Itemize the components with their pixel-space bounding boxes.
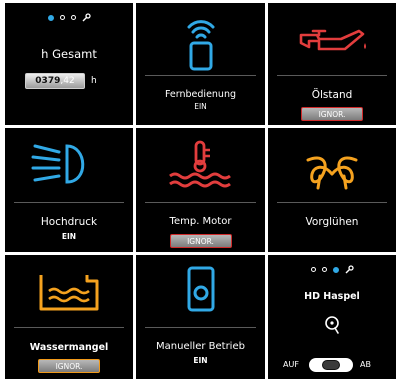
tile-wassermangel[interactable]: Wassermangel IGNOR. [5, 255, 133, 379]
tile-fernbedienung[interactable]: Fernbedienung EIN [136, 3, 265, 125]
status-grid: h Gesamt 0379,42 h Fernbedienung EIN Öls… [5, 3, 396, 379]
hose-reel-icon [325, 316, 339, 334]
page-dot-active[interactable] [332, 266, 339, 273]
divider [14, 202, 124, 203]
ignore-button[interactable]: IGNOR. [301, 107, 363, 121]
tile-vorgluehen[interactable]: Vorglühen [268, 128, 396, 252]
manual-mode-icon [187, 266, 215, 312]
page-dot-active[interactable] [47, 14, 54, 21]
divider [145, 202, 256, 203]
ignore-button[interactable]: IGNOR. [169, 234, 232, 248]
hd-haspel-label: HD Haspel [304, 291, 360, 302]
wrench-icon[interactable] [82, 13, 91, 22]
fernbedienung-label: Fernbedienung [164, 89, 237, 100]
tile-gesamt: h Gesamt 0379,42 h [5, 3, 133, 125]
toggle-knob[interactable] [322, 360, 340, 370]
remote-control-icon [187, 20, 215, 71]
tile-hochdruck[interactable]: Hochdruck EIN [5, 128, 133, 252]
manueller-betrieb-status: EIN [193, 356, 208, 365]
page-dot[interactable] [310, 267, 316, 272]
reel-up-label: AUF [283, 360, 299, 369]
hour-counter-box: 0379,42 [25, 73, 85, 89]
water-tank-icon [39, 275, 99, 311]
divider [277, 75, 387, 76]
tile-manueller-betrieb[interactable]: Manueller Betrieb EIN [136, 255, 265, 379]
coolant-temperature-icon [169, 140, 231, 188]
temp-motor-label: Temp. Motor [169, 216, 232, 227]
hour-counter-int: 0379 [35, 76, 61, 86]
fernbedienung-status: EIN [194, 102, 207, 111]
oil-can-icon [299, 29, 366, 51]
hochdruck-status: EIN [61, 232, 77, 241]
manueller-betrieb-label: Manueller Betrieb [156, 341, 245, 352]
glow-plug-icon [306, 156, 358, 190]
divider [277, 202, 387, 203]
headlight-icon [31, 144, 85, 184]
page-dot[interactable] [70, 15, 76, 20]
vorgluehen-label: Vorglühen [305, 216, 359, 228]
divider [14, 327, 124, 328]
hour-unit: h [91, 76, 97, 86]
page-indicator[interactable] [268, 265, 396, 274]
divider [145, 327, 256, 328]
divider [145, 75, 256, 76]
tile-hd-haspel: HD Haspel AUF AB [268, 255, 396, 379]
wrench-icon[interactable] [345, 265, 354, 274]
hochdruck-label: Hochdruck [40, 216, 98, 228]
hour-counter-dec: ,42 [60, 76, 75, 86]
wassermangel-label: Wassermangel [29, 342, 109, 353]
reel-direction-toggle[interactable] [309, 358, 353, 372]
tile-temp-motor[interactable]: Temp. Motor IGNOR. [136, 128, 265, 252]
hour-counter: 0379,42 h [25, 73, 97, 89]
page-dot[interactable] [59, 15, 65, 20]
ignore-button[interactable]: IGNOR. [38, 359, 100, 373]
gesamt-label: h Gesamt [41, 47, 97, 61]
page-indicator[interactable] [5, 13, 133, 22]
tile-oelstand[interactable]: Ölstand IGNOR. [268, 3, 396, 125]
reel-down-label: AB [360, 360, 371, 369]
page-dot[interactable] [321, 267, 327, 272]
oelstand-label: Ölstand [311, 89, 353, 101]
